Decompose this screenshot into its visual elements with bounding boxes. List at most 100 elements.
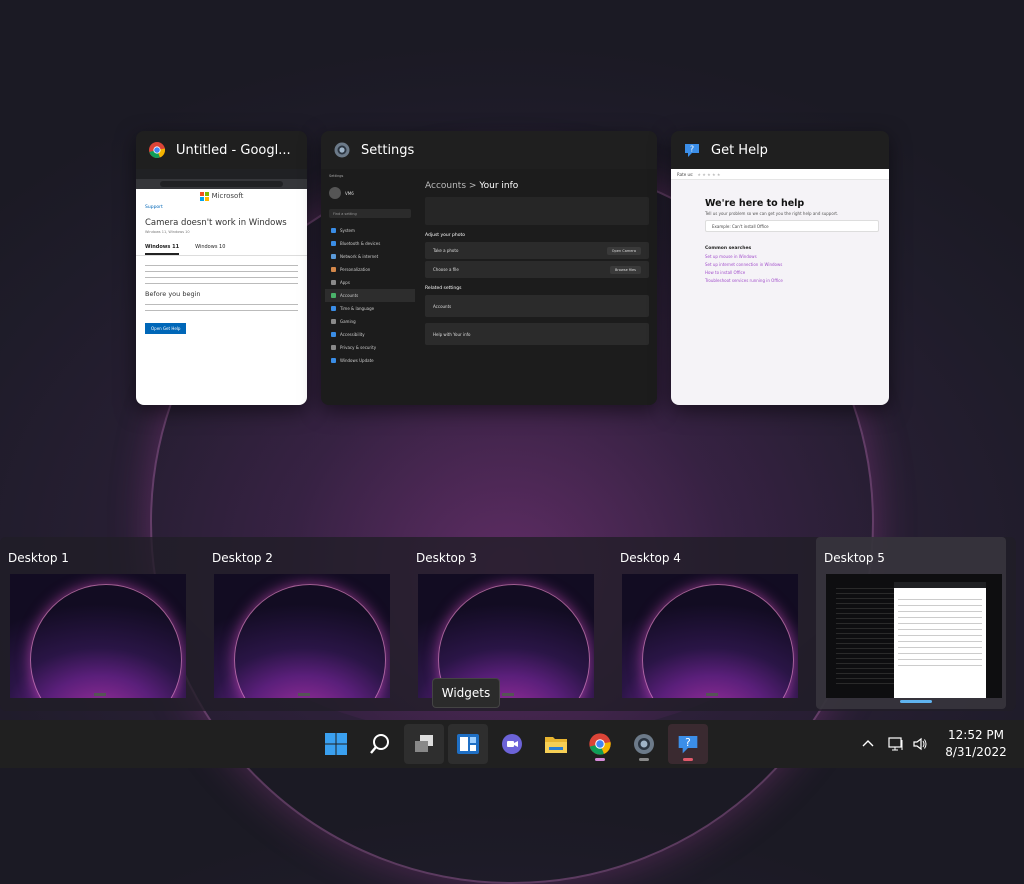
desktop-label: Desktop 1 <box>8 551 69 565</box>
window-settings[interactable]: Settings Settings VM6 Find a setting Sys… <box>321 131 657 405</box>
desktop-thumbnail[interactable] <box>826 574 1002 698</box>
chat-icon <box>502 734 522 754</box>
start-button[interactable] <box>316 724 356 764</box>
nav-item: System <box>325 224 415 237</box>
rate-us-bar: Rate us: ★ ★ ★ ★ ★ <box>671 169 889 180</box>
svg-text:?: ? <box>685 736 691 749</box>
chat-button[interactable] <box>492 724 532 764</box>
desktop-5[interactable]: Desktop 5 <box>816 537 1006 709</box>
volume-icon[interactable] <box>908 736 932 752</box>
nav-item: Windows Update <box>325 354 415 367</box>
help-row: Help with Your info <box>425 323 649 345</box>
clock[interactable]: 12:52 PM 8/31/2022 <box>940 727 1012 761</box>
nav-item: Time & language <box>325 302 415 315</box>
file-explorer-icon <box>545 737 567 753</box>
search-icon <box>370 734 389 754</box>
article-paragraph <box>145 262 298 284</box>
section-paragraph <box>145 301 298 315</box>
desktop-label: Desktop 5 <box>824 551 885 565</box>
related-settings-label: Related settings <box>425 286 462 291</box>
nav-item: Network & internet <box>325 250 415 263</box>
settings-main: Accounts > Your info Adjust your photo T… <box>425 169 649 405</box>
desktop-label: Desktop 4 <box>620 551 681 565</box>
nav-item: Accessibility <box>325 328 415 341</box>
adjust-photo-label: Adjust your photo <box>425 233 466 238</box>
common-search-link: Troubleshoot services running in Office <box>705 278 783 283</box>
settings-app-label: Settings <box>329 174 344 178</box>
article-heading: Camera doesn't work in Windows <box>145 218 287 228</box>
chrome-address-bar <box>136 179 307 189</box>
window-chrome[interactable]: Untitled - Googl... Microsoft Support Ca… <box>136 131 307 405</box>
settings-gear-icon <box>634 734 654 754</box>
svg-text:?: ? <box>690 145 694 154</box>
microsoft-logo-icon <box>199 191 209 201</box>
window-title: Settings <box>361 142 415 158</box>
common-search-link: Set up mouse in Windows <box>705 254 757 259</box>
section-heading: Before you begin <box>145 290 201 298</box>
choose-file-row: Choose a file Browse files <box>425 261 649 278</box>
desktop-thumbnail[interactable] <box>622 574 798 698</box>
settings-breadcrumb: Accounts > Your info <box>425 181 519 191</box>
settings-preview: Settings VM6 Find a setting System Bluet… <box>321 169 657 405</box>
common-search-link: Set up internet connection in Windows <box>705 262 783 267</box>
accounts-row: Accounts <box>425 295 649 317</box>
nav-item: Apps <box>325 276 415 289</box>
take-photo-row: Take a photo Open Camera <box>425 242 649 259</box>
get-help-icon: ? <box>678 736 698 754</box>
chrome-taskbar-button[interactable] <box>580 724 620 764</box>
chrome-tab-strip <box>136 169 307 179</box>
window-title: Get Help <box>711 142 768 158</box>
active-desktop-indicator <box>900 700 932 703</box>
nav-item-selected: Accounts <box>325 289 415 302</box>
virtual-desktops-strip: Desktop 1 Desktop 2 Desktop 3 Desktop 4 … <box>0 537 1016 711</box>
desktop-1[interactable]: Desktop 1 <box>0 537 190 709</box>
terminal-window <box>836 584 894 684</box>
running-indicator <box>595 758 605 761</box>
profile-card <box>425 197 649 225</box>
search-button[interactable] <box>360 724 400 764</box>
browser-window-thumbnail <box>894 582 986 698</box>
running-indicator <box>639 758 649 761</box>
help-heading: We're here to help <box>705 198 805 209</box>
user-card: VM6 <box>325 183 415 203</box>
widgets-tooltip: Widgets <box>432 678 500 708</box>
desktop-4[interactable]: Desktop 4 <box>612 537 802 709</box>
system-tray: 12:52 PM 8/31/2022 <box>856 720 1024 768</box>
get-help-preview: Rate us: ★ ★ ★ ★ ★ We're here to help Tel… <box>671 169 889 405</box>
window-title-bar[interactable]: Untitled - Googl... <box>136 131 307 169</box>
settings-search-input: Find a setting <box>329 209 411 218</box>
running-indicator <box>683 758 693 761</box>
user-name: VM6 <box>345 190 354 196</box>
settings-gear-icon <box>333 141 351 159</box>
file-explorer-button[interactable] <box>536 724 576 764</box>
widgets-button[interactable] <box>448 724 488 764</box>
microsoft-header: Microsoft <box>136 189 307 203</box>
tab-windows-10: Windows 10 <box>195 244 226 250</box>
nav-item: Personalization <box>325 263 415 276</box>
desktop-2[interactable]: Desktop 2 <box>204 537 394 709</box>
nav-item: Privacy & security <box>325 341 415 354</box>
tab-windows-11: Windows 11 <box>145 244 180 255</box>
start-icon <box>325 733 347 755</box>
chrome-preview: Microsoft Support Camera doesn't work in… <box>136 169 307 405</box>
desktop-label: Desktop 2 <box>212 551 273 565</box>
window-get-help[interactable]: ? Get Help Rate us: ★ ★ ★ ★ ★ We're here … <box>671 131 889 405</box>
window-title-bar[interactable]: Settings <box>321 131 657 169</box>
desktop-thumbnail[interactable] <box>214 574 390 698</box>
common-search-link: How to install Office <box>705 270 746 275</box>
task-view-icon <box>415 735 433 752</box>
help-subheading: Tell us your problem so we can get you t… <box>705 211 839 216</box>
settings-taskbar-button[interactable] <box>624 724 664 764</box>
task-view-button[interactable] <box>404 724 444 764</box>
desktop-thumbnail[interactable] <box>10 574 186 698</box>
microsoft-brand: Microsoft <box>211 192 244 200</box>
common-searches-label: Common searches <box>705 246 752 251</box>
network-icon[interactable] <box>884 736 908 752</box>
chevron-up-icon[interactable] <box>856 737 880 751</box>
nav-item: Bluetooth & devices <box>325 237 415 250</box>
window-title-bar[interactable]: ? Get Help <box>671 131 889 169</box>
settings-sidebar: Settings VM6 Find a setting System Bluet… <box>325 169 415 405</box>
get-help-taskbar-button[interactable]: ? <box>668 724 708 764</box>
window-title: Untitled - Googl... <box>176 142 291 158</box>
open-get-help-button: Open Get Help <box>145 323 187 334</box>
